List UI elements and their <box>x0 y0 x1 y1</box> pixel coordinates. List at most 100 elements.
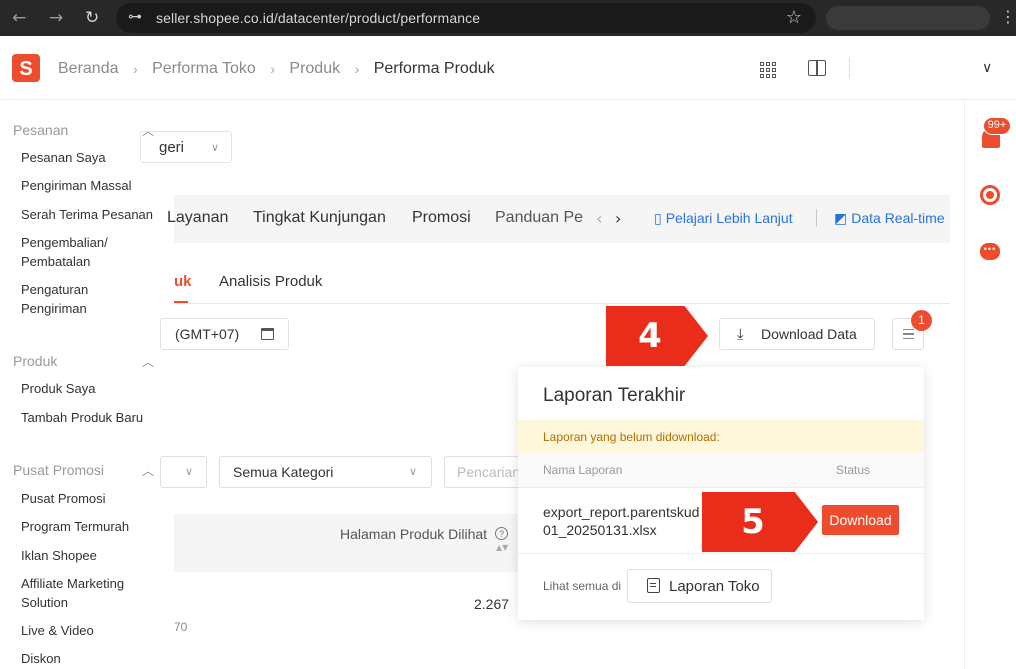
sort-icon[interactable]: ▲▼ <box>496 544 508 552</box>
sidebar-section-produk[interactable]: Produk <box>13 353 57 369</box>
sidebar-item-pengaturan-pengiriman[interactable]: Pengaturan Pengiriman <box>21 280 101 318</box>
breadcrumb-separator-icon: › <box>132 61 138 77</box>
tab-promosi[interactable]: Promosi <box>412 209 471 227</box>
download-data-label: Download Data <box>761 326 857 342</box>
list-icon <box>903 329 914 339</box>
back-icon[interactable]: ← <box>12 8 26 28</box>
chevron-down-icon: ∨ <box>184 465 193 478</box>
sidebar-item-program-termurah[interactable]: Program Termurah <box>21 517 171 536</box>
reload-icon[interactable]: ↻ <box>85 8 99 28</box>
laporan-toko-button[interactable]: Laporan Toko <box>627 569 772 603</box>
shopee-logo[interactable]: S <box>12 54 40 82</box>
table-header: Halaman Produk Dilihat ? ▲▼ <box>174 514 519 572</box>
forward-icon[interactable]: → <box>49 8 63 28</box>
clipboard-icon <box>647 578 660 593</box>
browser-toolbar: ← → ↻ ⊶ seller.shopee.co.id/datacenter/p… <box>0 0 1016 36</box>
popup-title: Laporan Terakhir <box>543 385 686 406</box>
subtab-performa-produk[interactable]: uk <box>174 273 192 290</box>
site-settings-icon[interactable]: ⊶ <box>128 9 142 25</box>
report-file-name: export_report.parentskud 101_20250131.xl… <box>543 504 712 538</box>
report-table-header: Nama Laporan Status <box>518 453 924 488</box>
breadcrumb: Beranda › Performa Toko › Produk › Perfo… <box>58 60 495 78</box>
sidebar-item-affiliate-marketing[interactable]: Affiliate Marketing Solution <box>21 574 141 612</box>
date-range-picker[interactable]: (GMT+07) <box>160 318 289 350</box>
sidebar: Pesanan ︿ Pesanan Saya Pengiriman Massal… <box>0 100 174 669</box>
guide-book-icon[interactable] <box>808 60 826 76</box>
breadcrumb-current: Performa Produk <box>373 60 495 77</box>
table-cell-secondary: 70 <box>174 620 188 634</box>
category-filter-value: Semua Kategori <box>233 464 334 480</box>
report-count-badge: 1 <box>911 310 932 331</box>
customer-service-icon[interactable] <box>980 185 1000 205</box>
learn-more-link[interactable]: ▯ Pelajari Lebih Lanjut <box>654 210 793 227</box>
sidebar-item-iklan-shopee[interactable]: Iklan Shopee <box>21 546 171 565</box>
tab-scroll-right-icon[interactable]: › <box>615 209 621 228</box>
breadcrumb-produk[interactable]: Produk <box>289 60 340 77</box>
profile-area[interactable] <box>826 6 990 30</box>
tab-tingkat-kunjungan[interactable]: Tingkat Kunjungan <box>253 209 386 227</box>
breadcrumb-beranda[interactable]: Beranda <box>58 60 119 77</box>
download-icon: ⤓ <box>737 325 744 343</box>
bookmark-star-icon[interactable]: ☆ <box>786 7 802 28</box>
link-divider <box>816 209 817 227</box>
sidebar-section-pusat-promosi[interactable]: Pusat Promosi <box>13 462 104 478</box>
sidebar-item-pengiriman-massal[interactable]: Pengiriman Massal <box>21 176 171 195</box>
metric-tabs-bar: Layanan Tingkat Kunjungan Promosi Pandua… <box>167 195 950 243</box>
subtab-analisis-produk[interactable]: Analisis Produk <box>219 273 322 290</box>
chat-icon[interactable]: ••• <box>980 243 1000 260</box>
url-text[interactable]: seller.shopee.co.id/datacenter/product/p… <box>156 10 480 26</box>
chart-icon: ◩ <box>834 211 848 227</box>
category-dropdown-value: geri <box>159 139 185 156</box>
laporan-toko-label: Laporan Toko <box>669 578 760 595</box>
pending-download-text: Laporan yang belum didownload: <box>543 430 720 444</box>
account-chevron-down-icon[interactable]: ∨ <box>982 60 992 76</box>
sidebar-item-pusat-promosi[interactable]: Pusat Promosi <box>21 489 171 508</box>
header-divider <box>849 58 850 78</box>
calendar-icon <box>261 328 274 340</box>
apps-grid-icon[interactable] <box>760 62 776 78</box>
learn-more-label: Pelajari Lebih Lanjut <box>665 210 793 226</box>
download-report-button[interactable]: Download <box>822 505 899 535</box>
sidebar-item-serah-terima[interactable]: Serah Terima Pesanan <box>21 205 171 224</box>
sidebar-item-produk-saya[interactable]: Produk Saya <box>21 379 171 398</box>
subtab-divider <box>174 303 950 304</box>
breadcrumb-separator-icon: › <box>270 61 275 77</box>
collapse-chevron-icon[interactable]: ︿ <box>142 462 154 479</box>
table-cell-views: 2.267 <box>474 596 510 612</box>
column-status: Status <box>836 463 871 477</box>
breadcrumb-performa-toko[interactable]: Performa Toko <box>152 60 256 77</box>
help-icon[interactable]: ? <box>495 527 508 540</box>
filter-dropdown[interactable]: ∨ <box>160 456 207 488</box>
collapse-chevron-icon[interactable]: ︿ <box>142 353 154 370</box>
view-all-label: Lihat semua di <box>543 579 622 593</box>
tab-panduan[interactable]: Panduan Pe <box>495 209 583 227</box>
chevron-down-icon: ∨ <box>408 465 417 478</box>
realtime-data-link[interactable]: ◩ Data Real-time <box>834 210 945 227</box>
pending-download-notice: Laporan yang belum didownload: <box>518 420 924 453</box>
sidebar-section-pesanan[interactable]: Pesanan <box>13 122 68 138</box>
column-halaman-produk-dilihat[interactable]: Halaman Produk Dilihat <box>340 526 487 542</box>
sidebar-item-tambah-produk[interactable]: Tambah Produk Baru <box>21 408 171 427</box>
sidebar-item-pengembalian[interactable]: Pengembalian/ Pembatalan <box>21 233 121 271</box>
category-filter-dropdown[interactable]: Semua Kategori ∨ <box>219 456 432 488</box>
step-5-number: 5 <box>741 502 765 542</box>
breadcrumb-separator-icon: › <box>354 61 360 77</box>
step-5-callout: 5 <box>702 492 818 552</box>
category-dropdown[interactable]: geri ∨ <box>140 131 232 163</box>
address-bar[interactable]: ⊶ seller.shopee.co.id/datacenter/product… <box>116 3 816 33</box>
browser-menu-icon[interactable]: ⋮ <box>1000 7 1016 26</box>
chevron-down-icon: ∨ <box>210 141 219 154</box>
download-data-button[interactable]: ⤓ Download Data <box>719 318 875 350</box>
tab-scroll-left-icon[interactable]: ‹ <box>596 209 602 228</box>
column-nama-laporan: Nama Laporan <box>543 463 623 477</box>
sidebar-item-live-video[interactable]: Live & Video <box>21 621 171 640</box>
sidebar-item-diskon[interactable]: Diskon <box>21 649 171 668</box>
tab-layanan[interactable]: Layanan <box>167 209 228 227</box>
notification-badge: 99+ <box>983 117 1011 135</box>
product-search-input[interactable] <box>445 457 523 487</box>
realtime-data-label: Data Real-time <box>851 210 945 226</box>
book-icon: ▯ <box>654 211 662 227</box>
step-4-callout: 4 <box>606 306 708 366</box>
date-range-text: (GMT+07) <box>175 326 240 342</box>
product-search[interactable] <box>444 456 524 488</box>
